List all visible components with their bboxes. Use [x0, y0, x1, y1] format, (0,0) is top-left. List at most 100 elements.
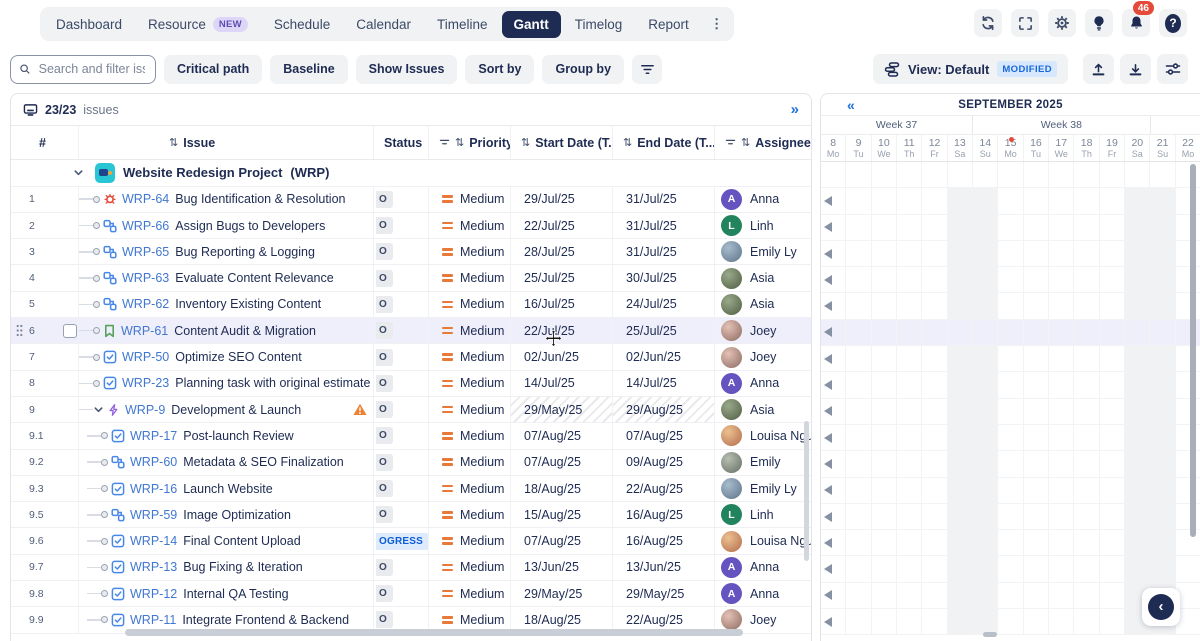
table-row[interactable]: 7WRP-50Optimize SEO ContentOMedium02/Jun…	[11, 344, 811, 370]
priority-cell[interactable]: Medium	[429, 476, 511, 501]
gantt-row[interactable]	[821, 372, 1200, 398]
status-cell[interactable]: O	[374, 450, 429, 475]
sort-by-button[interactable]: Sort by	[465, 55, 534, 84]
assignee-cell[interactable]: Louisa Nguy	[715, 423, 811, 448]
column-header-assignee[interactable]: ⇅Assignee	[715, 126, 811, 159]
gantt-row[interactable]	[821, 188, 1200, 214]
assignee-cell[interactable]: AAnna	[715, 187, 811, 212]
status-cell[interactable]: O	[374, 423, 429, 448]
status-cell[interactable]: O	[374, 239, 429, 264]
issue-key-link[interactable]: WRP-60	[130, 455, 177, 469]
issue-key-link[interactable]: WRP-50	[122, 350, 169, 364]
settings-button[interactable]	[1048, 9, 1076, 37]
gantt-row[interactable]	[821, 267, 1200, 293]
end-date-cell[interactable]: 31/Jul/25	[613, 213, 715, 238]
tab-timelog[interactable]: Timelog	[563, 11, 635, 38]
search-input[interactable]	[37, 61, 147, 77]
sort-icon[interactable]: ⇅	[521, 136, 530, 149]
offscreen-task-indicator[interactable]	[824, 196, 832, 206]
priority-cell[interactable]: Medium	[429, 213, 511, 238]
priority-cell[interactable]: Medium	[429, 555, 511, 580]
end-date-cell[interactable]: 31/Jul/25	[613, 239, 715, 264]
day-column-header[interactable]: 17We	[1049, 135, 1074, 161]
view-selector-button[interactable]: View: Default MODIFIED	[873, 54, 1068, 84]
end-date-cell[interactable]: 31/Jul/25	[613, 187, 715, 212]
priority-cell[interactable]: Medium	[429, 292, 511, 317]
issue-key-link[interactable]: WRP-64	[122, 192, 169, 206]
issue-key-link[interactable]: WRP-61	[121, 324, 168, 338]
gantt-row[interactable]	[821, 320, 1200, 346]
end-date-cell[interactable]: 14/Jul/25	[613, 371, 715, 396]
search-box[interactable]	[10, 55, 156, 84]
assignee-cell[interactable]: Emily Ly	[715, 476, 811, 501]
end-date-cell[interactable]: 13/Jun/25	[613, 555, 715, 580]
start-date-cell[interactable]: 22/Jul/25	[511, 318, 613, 343]
gantt-row[interactable]	[821, 478, 1200, 504]
table-row[interactable]: 4WRP-63Evaluate Content RelevanceOMedium…	[11, 265, 811, 291]
day-column-header[interactable]: 16Tu	[1024, 135, 1049, 161]
end-date-cell[interactable]: 22/Aug/25	[613, 476, 715, 501]
end-date-cell[interactable]: 29/Aug/25	[613, 397, 715, 422]
status-cell[interactable]: O	[374, 187, 429, 212]
start-date-cell[interactable]: 15/Aug/25	[511, 502, 613, 527]
issue-key-link[interactable]: WRP-65	[122, 245, 169, 259]
status-cell[interactable]: O	[374, 555, 429, 580]
assignee-cell[interactable]: Emily Ly	[715, 239, 811, 264]
row-checkbox[interactable]	[63, 324, 77, 338]
offscreen-task-indicator[interactable]	[824, 485, 832, 495]
priority-cell[interactable]: Medium	[429, 265, 511, 290]
offscreen-task-indicator[interactable]	[824, 564, 832, 574]
table-row[interactable]: 8WRP-23Planning task with original estim…	[11, 371, 811, 397]
chevron-down-icon-wrap[interactable]	[93, 404, 104, 415]
scroll-to-task-button[interactable]: ‹	[1142, 588, 1180, 626]
table-row[interactable]: 9.5WRP-59Image OptimizationOMedium15/Aug…	[11, 502, 811, 528]
priority-cell[interactable]: Medium	[429, 371, 511, 396]
end-date-cell[interactable]: 30/Jul/25	[613, 265, 715, 290]
gantt-horizontal-scrollbar[interactable]	[983, 632, 997, 637]
column-filter-icon-wrap[interactable]	[439, 136, 450, 150]
assignee-cell[interactable]: LLinh	[715, 502, 811, 527]
export-button[interactable]	[1083, 54, 1114, 84]
issue-key-link[interactable]: WRP-14	[130, 534, 177, 548]
column-header-start[interactable]: ⇅Start Date (T...	[511, 126, 613, 159]
status-cell[interactable]: OGRESS	[374, 528, 429, 553]
day-column-header[interactable]: 13Sa	[948, 135, 973, 161]
table-row[interactable]: 2WRP-66Assign Bugs to DevelopersOMedium2…	[11, 213, 811, 239]
column-header-status[interactable]: Status	[374, 126, 429, 159]
offscreen-task-indicator[interactable]	[824, 380, 832, 390]
status-cell[interactable]: O	[374, 265, 429, 290]
import-button[interactable]	[1120, 54, 1151, 84]
priority-cell[interactable]: Medium	[429, 502, 511, 527]
start-date-cell[interactable]: 29/Jul/25	[511, 187, 613, 212]
end-date-cell[interactable]: 25/Jul/25	[613, 318, 715, 343]
issue-key-link[interactable]: WRP-62	[122, 297, 169, 311]
issue-key-link[interactable]: WRP-63	[122, 271, 169, 285]
tab-gantt[interactable]: Gantt	[502, 11, 561, 38]
start-date-cell[interactable]: 25/Jul/25	[511, 265, 613, 290]
assignee-cell[interactable]: Louisa Nguy	[715, 528, 811, 553]
week-header[interactable]: Week 38	[973, 116, 1150, 134]
issue-key-link[interactable]: WRP-9	[125, 403, 165, 417]
issue-key-link[interactable]: WRP-11	[130, 613, 176, 627]
offscreen-task-indicator[interactable]	[824, 354, 832, 364]
priority-cell[interactable]: Medium	[429, 397, 511, 422]
status-cell[interactable]: O	[374, 371, 429, 396]
sort-icon[interactable]: ⇅	[741, 136, 750, 149]
table-row[interactable]: 6WRP-61Content Audit & MigrationOMedium2…	[11, 318, 811, 344]
gantt-project-row[interactable]	[821, 162, 1200, 188]
priority-cell[interactable]: Medium	[429, 423, 511, 448]
table-row[interactable]: 5WRP-62Inventory Existing ContentOMedium…	[11, 292, 811, 318]
group-by-button[interactable]: Group by	[542, 55, 624, 84]
tab-calendar[interactable]: Calendar	[344, 11, 423, 38]
gantt-row[interactable]	[821, 293, 1200, 319]
status-cell[interactable]: O	[374, 213, 429, 238]
day-column-header[interactable]: 14Su	[973, 135, 998, 161]
gantt-row[interactable]	[821, 530, 1200, 556]
start-date-cell[interactable]: 29/May/25	[511, 397, 613, 422]
day-column-header[interactable]: 11Th	[897, 135, 922, 161]
tab-dashboard[interactable]: Dashboard	[44, 11, 134, 38]
issue-key-link[interactable]: WRP-66	[122, 219, 169, 233]
end-date-cell[interactable]: 09/Aug/25	[613, 450, 715, 475]
offscreen-task-indicator[interactable]	[824, 406, 832, 416]
end-date-cell[interactable]: 16/Aug/25	[613, 502, 715, 527]
